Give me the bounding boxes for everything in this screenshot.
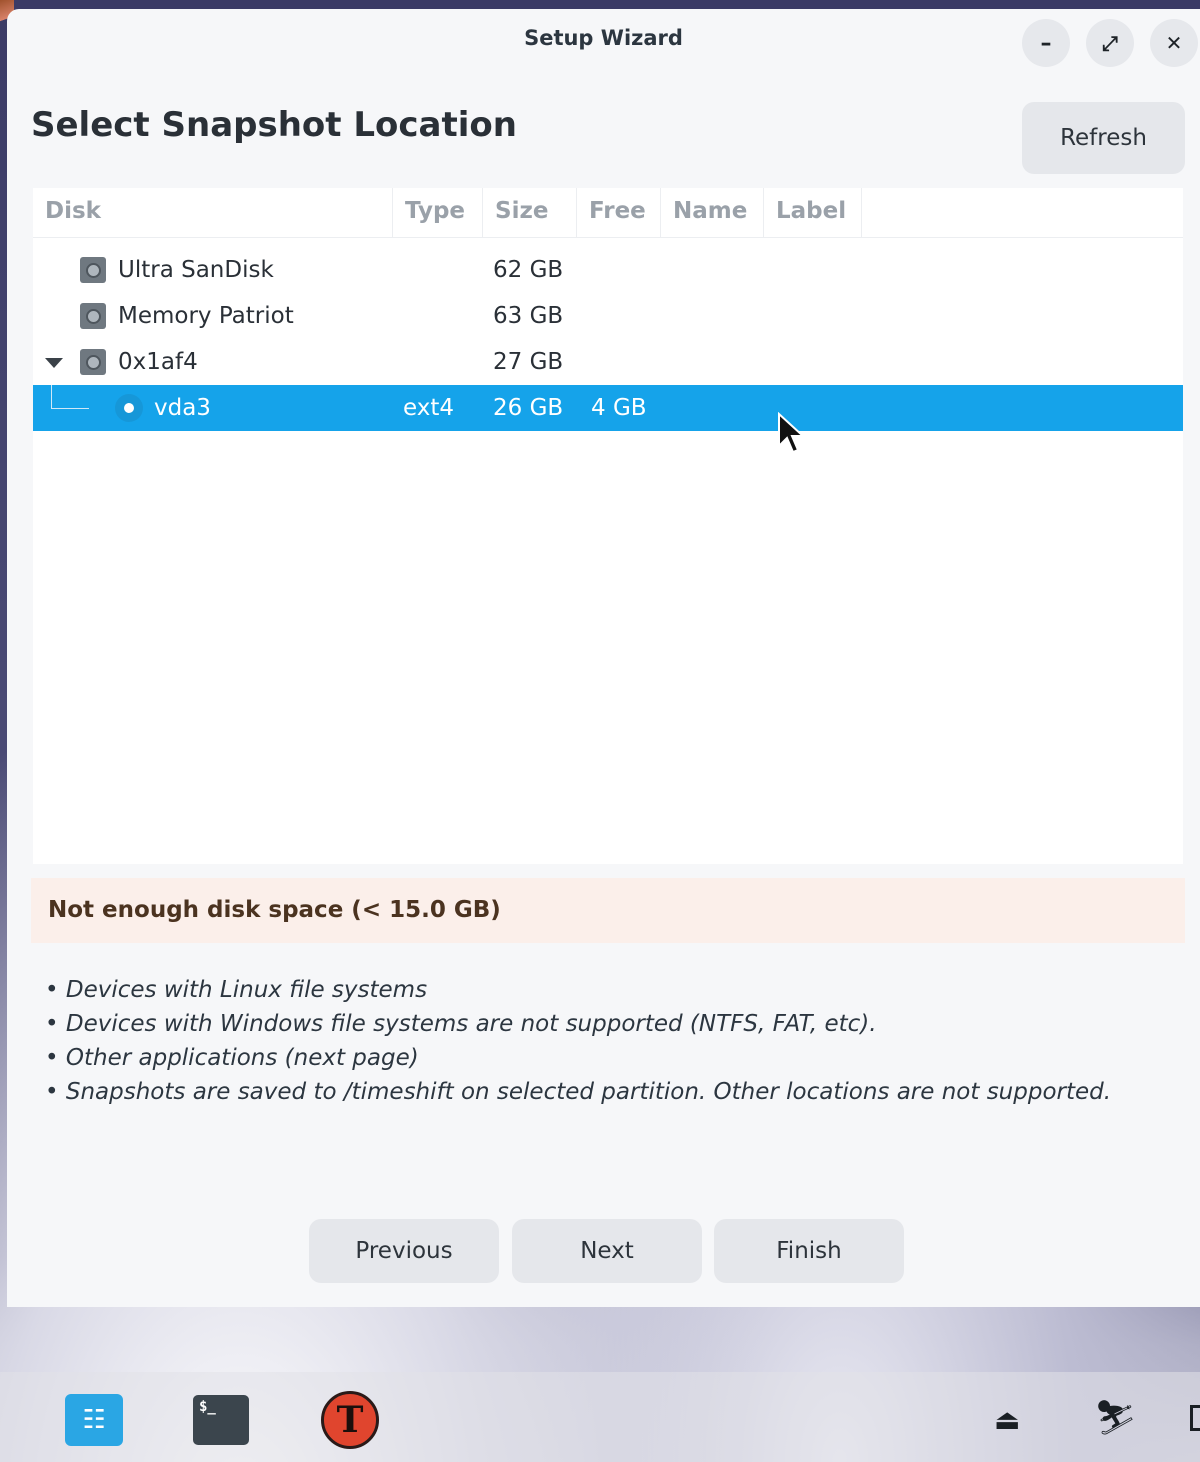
table-row[interactable]: Ultra SanDisk 62 GB (33, 247, 1183, 293)
tray-edge-icon[interactable] (1190, 1405, 1200, 1431)
disk-name: 0x1af4 (118, 349, 198, 375)
column-header-type[interactable]: Type (393, 188, 483, 238)
partition-type: ext4 (403, 395, 455, 421)
maximize-icon: ⤢ (1102, 31, 1118, 55)
note-line: • Devices with Linux file systems (45, 977, 428, 1003)
column-header-size[interactable]: Size (483, 188, 577, 238)
globe-icon: ☷ (82, 1405, 106, 1435)
close-button[interactable]: ✕ (1150, 19, 1198, 67)
terminal-prompt: $_ (199, 1399, 216, 1415)
column-header-name[interactable]: Name (661, 188, 764, 238)
minimize-button[interactable]: – (1022, 19, 1070, 67)
partition-size: 26 GB (493, 395, 564, 421)
page-title: Select Snapshot Location (31, 105, 517, 145)
disk-name: Memory Patriot (118, 303, 294, 329)
note-line: • Devices with Windows file systems are … (45, 1011, 877, 1037)
window-title: Setup Wizard (524, 26, 683, 50)
tree-connector (51, 385, 89, 409)
eject-icon[interactable]: ⏏ (994, 1403, 1020, 1436)
timeshift-glyph: T (336, 1399, 364, 1441)
table-header: Disk Type Size Free Name Label (33, 188, 1183, 238)
partition-free: 4 GB (591, 395, 647, 421)
disk-size: 62 GB (493, 257, 564, 283)
column-header-free[interactable]: Free (577, 188, 661, 238)
mouse-cursor-icon (778, 412, 806, 454)
disk-size: 63 GB (493, 303, 564, 329)
drive-icon (80, 257, 106, 283)
disk-table: Disk Type Size Free Name Label Ultra San… (33, 188, 1183, 864)
close-icon: ✕ (1165, 31, 1183, 55)
titlebar[interactable]: Setup Wizard – ⤢ ✕ (7, 9, 1200, 75)
drive-icon (80, 349, 106, 375)
info-notes: • Devices with Linux file systems • Devi… (45, 973, 1155, 1109)
terminal-icon[interactable]: $_ (193, 1395, 249, 1445)
setup-wizard-window: Setup Wizard – ⤢ ✕ Select Snapshot Locat… (7, 9, 1200, 1307)
timeshift-icon[interactable]: T (321, 1391, 379, 1449)
radio-selected-icon[interactable] (115, 394, 143, 422)
previous-button[interactable]: Previous (309, 1219, 499, 1283)
disk-space-warning: Not enough disk space (< 15.0 GB) (31, 878, 1185, 943)
finish-button[interactable]: Finish (714, 1219, 904, 1283)
expand-arrow-icon[interactable] (45, 358, 63, 368)
drive-icon (80, 303, 106, 329)
disk-name: Ultra SanDisk (118, 257, 274, 283)
column-header-disk[interactable]: Disk (33, 188, 393, 238)
note-line: • Other applications (next page) (45, 1045, 419, 1071)
refresh-button[interactable]: Refresh (1022, 102, 1185, 174)
disk-size: 27 GB (493, 349, 564, 375)
minimize-icon: – (1040, 30, 1052, 56)
table-row[interactable]: Memory Patriot 63 GB (33, 293, 1183, 339)
store-icon[interactable]: ☷ (65, 1394, 123, 1446)
next-button[interactable]: Next (512, 1219, 702, 1283)
accessibility-icon[interactable]: ⛷ (1094, 1398, 1137, 1438)
column-header-label[interactable]: Label (764, 188, 862, 238)
partition-name: vda3 (154, 395, 211, 421)
table-row-selected[interactable]: vda3 ext4 26 GB 4 GB (33, 385, 1183, 431)
note-line: • Snapshots are saved to /timeshift on s… (45, 1079, 1112, 1105)
table-row[interactable]: 0x1af4 27 GB (33, 339, 1183, 385)
maximize-button[interactable]: ⤢ (1086, 19, 1134, 67)
